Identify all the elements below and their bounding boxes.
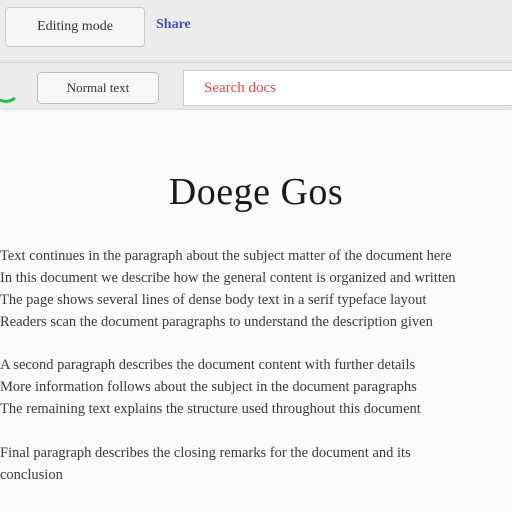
text-line: Readers scan the document paragraphs to … bbox=[0, 314, 433, 330]
text-line: Text continues in the paragraph about th… bbox=[0, 248, 452, 264]
text-line: The page shows several lines of dense bo… bbox=[0, 292, 427, 308]
document-page[interactable]: Doege Gos Text continues in the paragrap… bbox=[0, 110, 512, 512]
paragraph-3: Final paragraph describes the closing re… bbox=[0, 442, 512, 486]
paragraph-2: A second paragraph describes the documen… bbox=[0, 354, 512, 420]
document-title: Doege Gos bbox=[168, 171, 344, 213]
top-toolbar: Editing mode Share bbox=[0, 0, 512, 60]
text-line: The remaining text explains the structur… bbox=[0, 401, 421, 417]
share-link[interactable]: Share bbox=[156, 17, 191, 33]
paragraph-1: Text continues in the paragraph about th… bbox=[0, 245, 512, 333]
style-dropdown[interactable]: Normal text bbox=[37, 72, 159, 104]
mode-selector[interactable]: Editing mode bbox=[5, 7, 145, 47]
status-indicator-icon bbox=[0, 75, 20, 103]
text-line: conclusion bbox=[0, 467, 63, 483]
text-line: Final paragraph describes the closing re… bbox=[0, 445, 411, 461]
text-line: A second paragraph describes the documen… bbox=[0, 357, 416, 373]
text-line: In this document we describe how the gen… bbox=[0, 270, 456, 286]
format-toolbar: Normal text Search docs bbox=[0, 62, 512, 111]
text-line: More information follows about the subje… bbox=[0, 379, 417, 395]
search-input[interactable]: Search docs bbox=[183, 70, 512, 106]
